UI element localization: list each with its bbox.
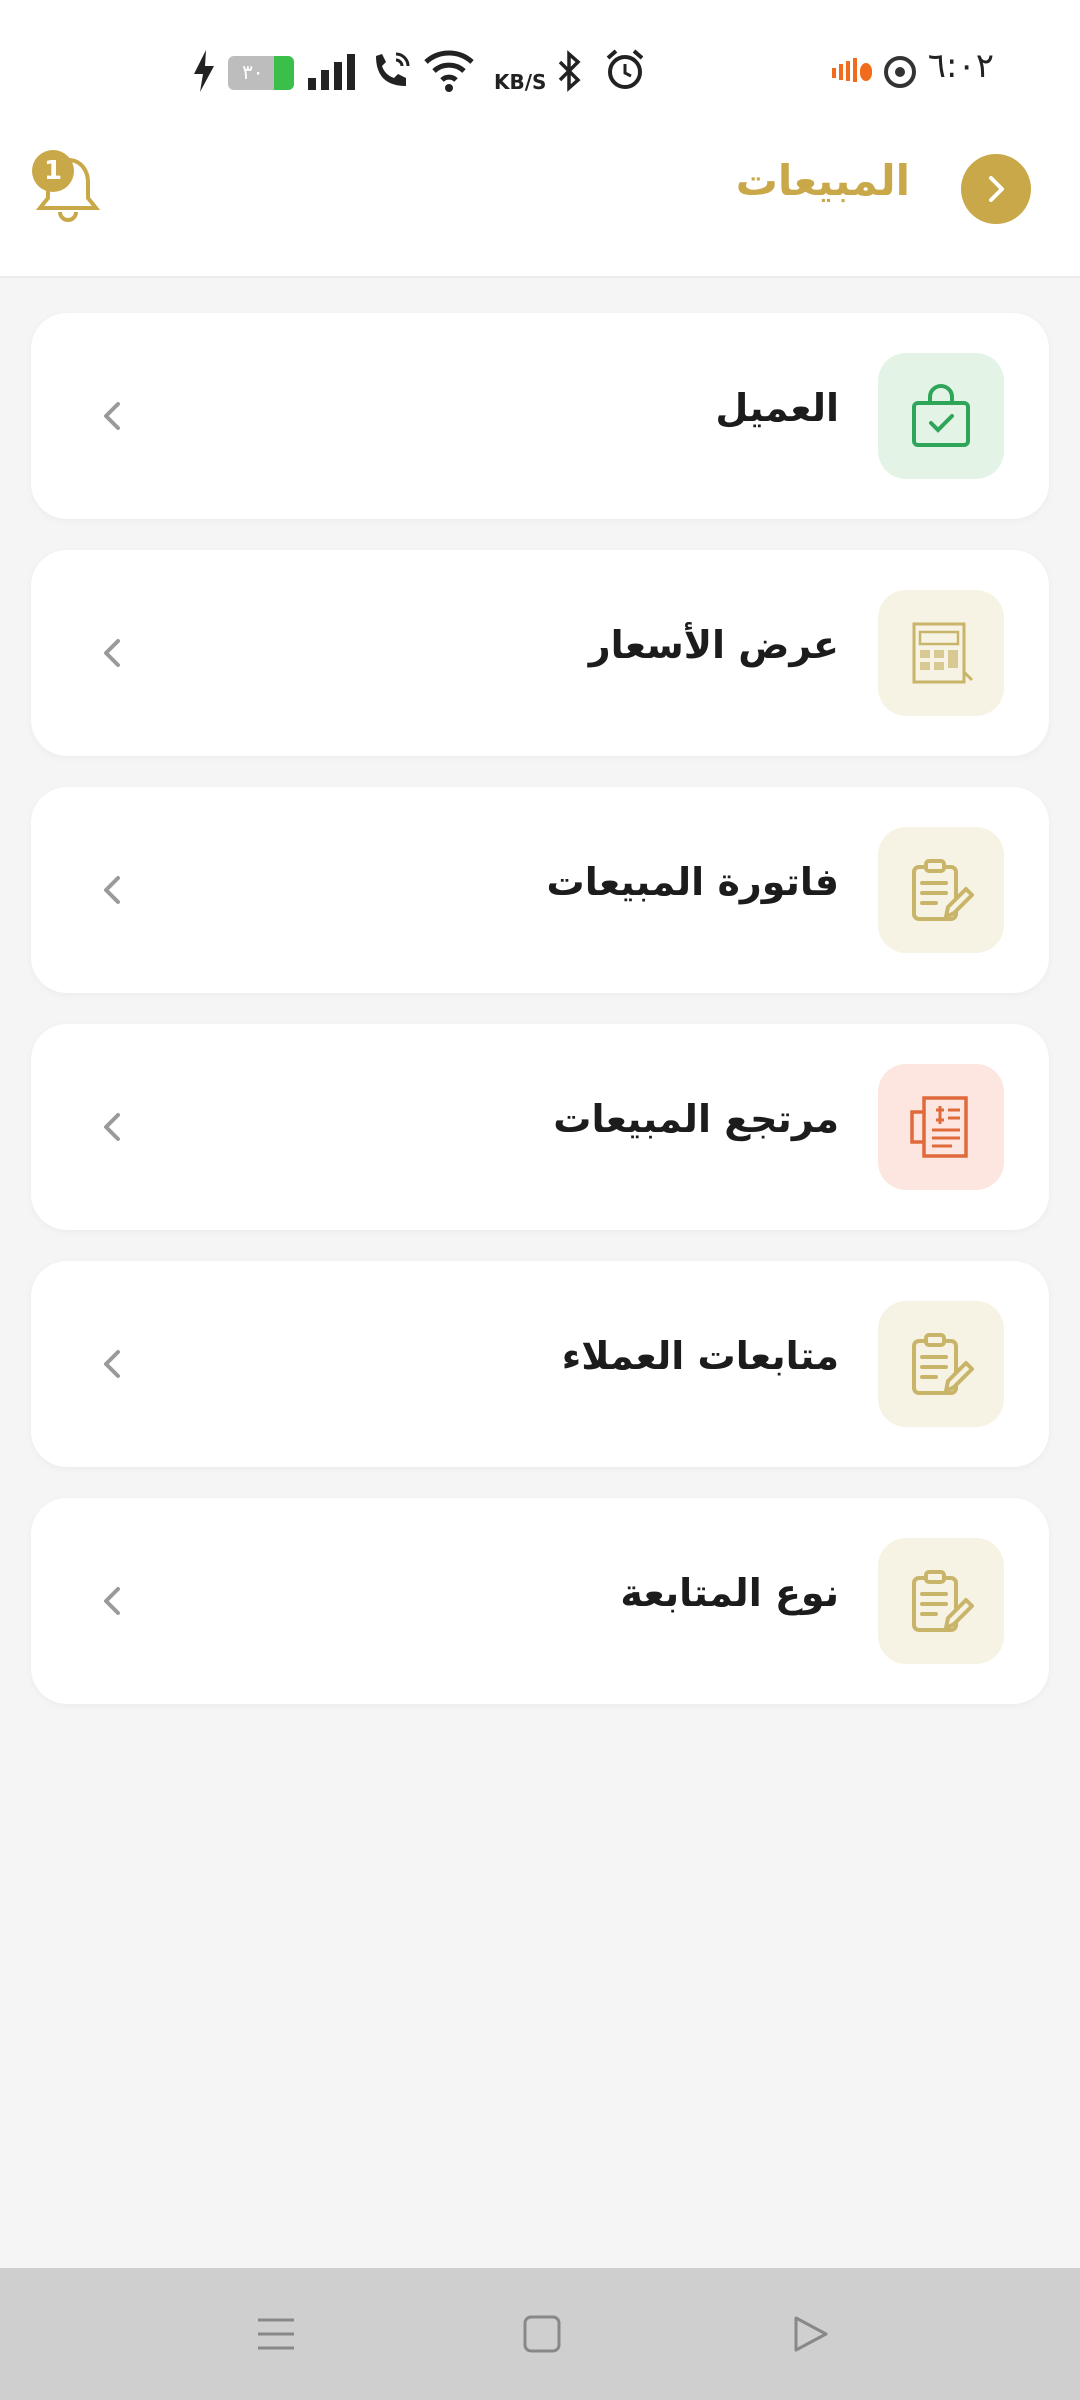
icon-tile xyxy=(878,827,1004,953)
triangle-back-icon xyxy=(794,2316,828,2352)
menu-item-followup-type[interactable]: نوع المتابعة xyxy=(31,1498,1049,1704)
alarm-icon xyxy=(606,49,644,89)
battery-icon: ٣٠ xyxy=(228,56,294,90)
sales-menu: العميل عرض الأسعار فاتورة المبيعات مرتجع… xyxy=(31,313,1049,1735)
network-speed: KB/S xyxy=(494,70,547,94)
chevron-left-icon xyxy=(89,1341,135,1387)
chrome-icon xyxy=(884,56,916,88)
back-nav-button[interactable] xyxy=(780,2306,840,2362)
chevron-left-icon xyxy=(89,393,135,439)
menu-item-label: فاتورة المبيعات xyxy=(546,860,839,904)
price-quote-icon xyxy=(912,622,974,684)
home-button[interactable] xyxy=(512,2306,572,2362)
menu-item-label: متابعات العملاء xyxy=(561,1334,839,1378)
menu-item-label: مرتجع المبيعات xyxy=(553,1097,839,1141)
chevron-left-icon xyxy=(89,1104,135,1150)
notifications-button[interactable]: 1 xyxy=(28,148,108,228)
icon-tile xyxy=(878,1301,1004,1427)
wifi-calling-icon xyxy=(376,52,410,86)
charging-icon xyxy=(194,50,214,92)
clipboard-edit-icon xyxy=(912,1333,974,1395)
icon-tile xyxy=(878,353,1004,479)
clock: ٦:٠٢ xyxy=(927,46,994,86)
menu-item-sales-invoice[interactable]: فاتورة المبيعات xyxy=(31,787,1049,993)
recent-apps-button[interactable] xyxy=(246,2306,306,2362)
signal-icon xyxy=(308,54,355,90)
system-nav-bar xyxy=(0,2268,1080,2400)
app-header: 1 المبيعات xyxy=(0,130,1080,278)
wifi-icon xyxy=(424,50,474,92)
square-icon xyxy=(523,2315,561,2353)
bluetooth-icon xyxy=(558,50,581,92)
menu-item-customer[interactable]: العميل xyxy=(31,313,1049,519)
menu-item-label: العميل xyxy=(715,386,839,430)
icon-tile xyxy=(878,590,1004,716)
clipboard-edit-icon xyxy=(912,859,974,921)
notification-badge: 1 xyxy=(32,150,74,192)
audio-app-icon xyxy=(832,58,872,82)
menu-item-label: عرض الأسعار xyxy=(588,623,839,667)
menu-item-customer-followups[interactable]: متابعات العملاء xyxy=(31,1261,1049,1467)
receipt-return-icon xyxy=(910,1096,968,1158)
chevron-left-icon xyxy=(89,867,135,913)
clipboard-edit-icon xyxy=(912,1570,974,1632)
menu-item-label: نوع المتابعة xyxy=(620,1571,839,1615)
shopping-bag-check-icon xyxy=(912,384,970,447)
battery-level: ٣٠ xyxy=(242,60,264,84)
icon-tile xyxy=(878,1538,1004,1664)
menu-item-price-quotes[interactable]: عرض الأسعار xyxy=(31,550,1049,756)
chevron-left-icon xyxy=(89,630,135,676)
icon-tile xyxy=(878,1064,1004,1190)
chevron-right-icon xyxy=(989,176,1004,202)
menu-icon xyxy=(258,2318,294,2350)
status-bar: ٣٠ KB/S ٦:٠٢ xyxy=(0,0,1080,130)
back-button[interactable] xyxy=(961,154,1031,224)
chevron-left-icon xyxy=(89,1578,135,1624)
menu-item-sales-return[interactable]: مرتجع المبيعات xyxy=(31,1024,1049,1230)
page-title: المبيعات xyxy=(735,156,910,205)
